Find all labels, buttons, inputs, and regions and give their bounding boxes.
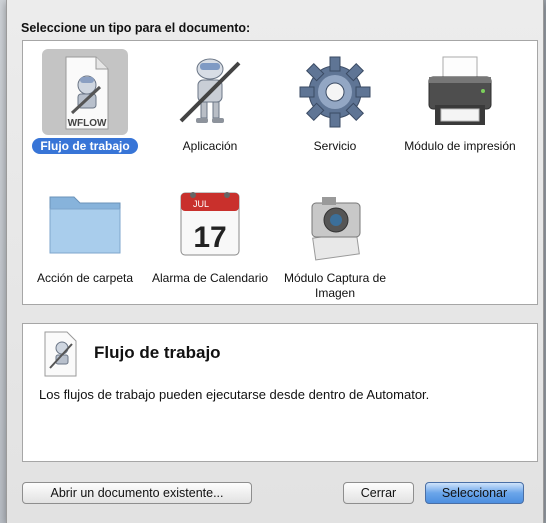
- type-label: Flujo de trabajo: [26, 138, 144, 154]
- type-label: Acción de carpeta: [36, 271, 134, 285]
- description-title: Flujo de trabajo: [94, 343, 221, 362]
- new-document-dialog: Seleccione un tipo para el documento: WF…: [6, 0, 544, 523]
- calendar-icon: JUL 17: [167, 181, 253, 267]
- wflow-badge: WFLOW: [68, 118, 107, 129]
- camera-icon: [292, 181, 378, 267]
- folder-icon: [42, 181, 128, 267]
- type-folder-action[interactable]: Acción de carpeta: [26, 181, 144, 286]
- gear-icon: [292, 49, 378, 135]
- workflow-document-icon: [39, 330, 83, 378]
- document-type-grid: WFLOW Flujo de trabajo Aplicación Servic…: [22, 40, 538, 305]
- printer-icon: [417, 49, 503, 135]
- calendar-day: 17: [193, 221, 226, 254]
- description-panel: Flujo de trabajo Los flujos de trabajo p…: [22, 323, 538, 462]
- calendar-month: JUL: [193, 199, 209, 209]
- type-label: Módulo de impresión: [404, 139, 516, 153]
- type-label: Servicio: [313, 139, 357, 153]
- description-text: Los flujos de trabajo pueden ejecutarse …: [39, 387, 430, 402]
- select-button[interactable]: Seleccionar: [425, 482, 524, 504]
- type-label: Módulo Captura de Imagen: [283, 271, 387, 300]
- automator-robot-icon: [167, 49, 253, 135]
- type-label: Alarma de Calendario: [151, 271, 269, 285]
- type-image-capture[interactable]: Módulo Captura de Imagen: [276, 181, 394, 301]
- open-existing-button[interactable]: Abrir un documento existente...: [22, 482, 252, 504]
- workflow-document-icon: WFLOW: [42, 49, 128, 135]
- prompt-label: Seleccione un tipo para el documento:: [21, 21, 251, 35]
- type-calendar-alarm[interactable]: JUL 17 Alarma de Calendario: [151, 181, 269, 286]
- close-button[interactable]: Cerrar: [343, 482, 414, 504]
- type-service[interactable]: Servicio: [276, 49, 394, 154]
- type-print-plugin[interactable]: Módulo de impresión: [401, 49, 519, 154]
- type-workflow[interactable]: WFLOW Flujo de trabajo: [26, 49, 144, 154]
- type-application[interactable]: Aplicación: [151, 49, 269, 154]
- type-label: Aplicación: [182, 139, 238, 153]
